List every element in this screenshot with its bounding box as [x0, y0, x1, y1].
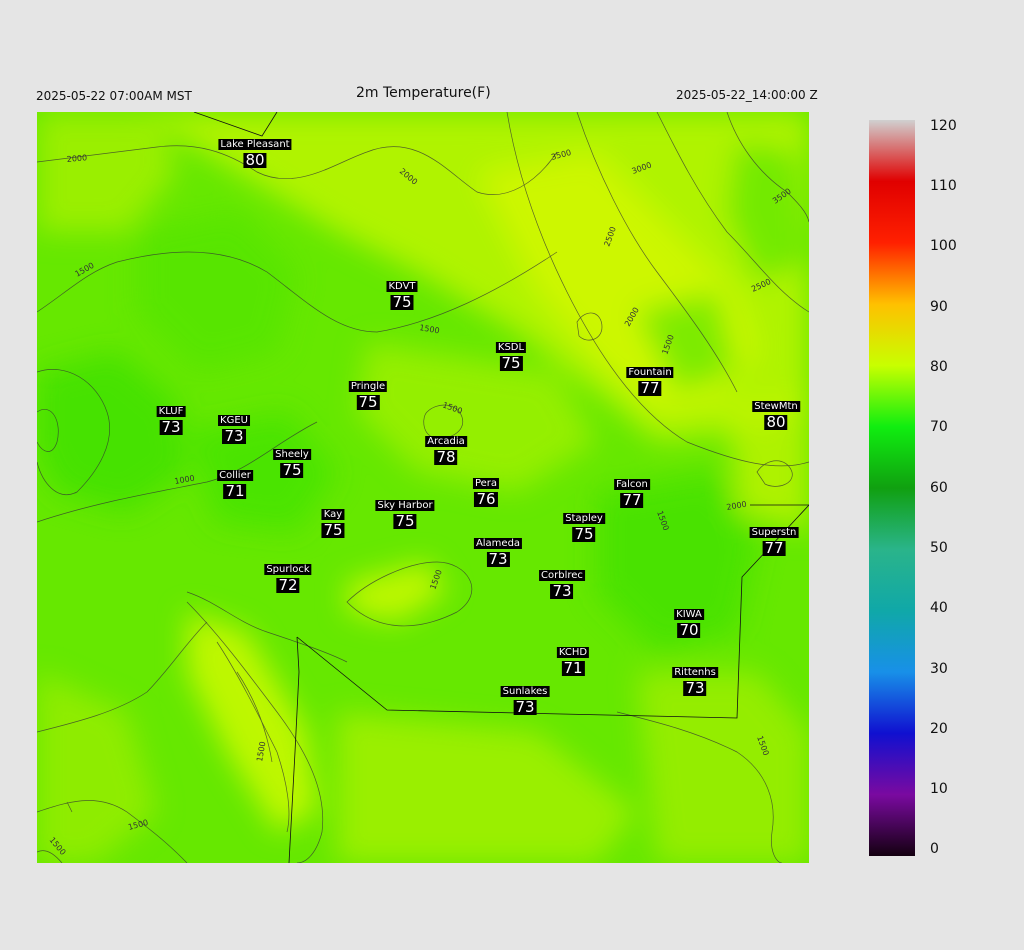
colorbar-tick-label: 70 — [930, 419, 948, 435]
station-temperature: 73 — [683, 679, 707, 697]
colorbar-tick-label: 90 — [930, 299, 948, 315]
station-temperature: 73 — [159, 418, 183, 436]
station-temperature: 71 — [223, 482, 247, 500]
map-title: 2m Temperature(F) — [356, 85, 491, 101]
station-name: KCHD — [556, 647, 590, 658]
station-marker[interactable]: Pringle 75 — [348, 381, 388, 411]
station-marker[interactable]: Sunlakes 73 — [500, 686, 550, 716]
station-name: Fountain — [626, 367, 674, 378]
station-temperature: 72 — [276, 576, 300, 594]
station-name: Sunlakes — [500, 686, 550, 697]
station-marker[interactable]: Sky Harbor 75 — [375, 500, 435, 530]
station-name: Arcadia — [425, 436, 467, 447]
colorbar-tick-label: 30 — [930, 661, 948, 677]
station-marker[interactable]: KIWA 70 — [674, 609, 704, 639]
station-marker[interactable]: Rittenhs 73 — [672, 667, 718, 697]
station-temperature: 76 — [474, 490, 498, 508]
station-marker[interactable]: KSDL 75 — [495, 342, 527, 372]
station-name: Corblrec — [539, 570, 585, 581]
colorbar-tick-label: 0 — [930, 841, 939, 857]
valid-time-utc: 2025-05-22_14:00:00 Z — [676, 88, 818, 102]
station-name: Superstn — [749, 527, 799, 538]
station-name: Stapley — [563, 513, 605, 524]
station-marker[interactable]: Superstn 77 — [749, 527, 799, 557]
station-marker[interactable]: Kay 75 — [321, 509, 345, 539]
station-temperature: 71 — [561, 659, 585, 677]
station-marker[interactable]: Spurlock 72 — [264, 564, 312, 594]
station-marker[interactable]: Stapley 75 — [563, 513, 605, 543]
temperature-map: 2000 2000 3500 3000 3500 2500 2000 1500 … — [37, 112, 809, 863]
station-temperature: 73 — [550, 582, 574, 600]
station-marker[interactable]: KDVT 75 — [386, 281, 418, 311]
station-name: Pera — [472, 478, 500, 489]
station-temperature: 80 — [764, 413, 788, 431]
station-temperature: 73 — [222, 427, 246, 445]
station-name: Spurlock — [264, 564, 312, 575]
station-marker[interactable]: Sheely 75 — [273, 449, 311, 479]
station-name: KDVT — [386, 281, 418, 292]
station-name: KIWA — [674, 609, 704, 620]
station-marker[interactable]: Falcon 77 — [614, 479, 650, 509]
station-name: Sheely — [273, 449, 311, 460]
station-temperature: 77 — [762, 539, 786, 557]
station-name: Rittenhs — [672, 667, 718, 678]
station-name: Collier — [217, 470, 253, 481]
station-name: Alameda — [473, 538, 523, 549]
station-temperature: 75 — [390, 293, 414, 311]
station-name: Falcon — [614, 479, 650, 490]
station-name: StewMtn — [752, 401, 800, 412]
station-temperature: 70 — [677, 621, 701, 639]
station-marker[interactable]: KGEU 73 — [218, 415, 250, 445]
colorbar-tick-label: 20 — [930, 721, 948, 737]
colorbar-tick-label: 60 — [930, 480, 948, 496]
station-temperature: 77 — [620, 491, 644, 509]
station-temperature: 75 — [280, 461, 304, 479]
station-temperature: 75 — [321, 521, 345, 539]
station-marker[interactable]: Fountain 77 — [626, 367, 674, 397]
station-temperature: 75 — [572, 525, 596, 543]
station-temperature: 75 — [393, 512, 417, 530]
color-scale-bar — [869, 120, 915, 856]
station-marker[interactable]: Pera 76 — [472, 478, 500, 508]
colorbar-tick-label: 100 — [930, 238, 957, 254]
station-temperature: 75 — [499, 354, 523, 372]
station-marker[interactable]: StewMtn 80 — [752, 401, 800, 431]
colorbar-tick-label: 80 — [930, 359, 948, 375]
station-marker[interactable]: Collier 71 — [217, 470, 253, 500]
valid-time-local: 2025-05-22 07:00AM MST — [36, 89, 192, 103]
colorbar-tick-label: 50 — [930, 540, 948, 556]
station-marker[interactable]: Arcadia 78 — [425, 436, 467, 466]
station-temperature: 77 — [638, 379, 662, 397]
station-name: KLUF — [156, 406, 186, 417]
station-temperature: 80 — [243, 151, 267, 169]
station-marker[interactable]: Alameda 73 — [473, 538, 523, 568]
contour-label: 2000 — [66, 153, 87, 164]
station-temperature: 73 — [513, 698, 537, 716]
colorbar-tick-label: 10 — [930, 781, 948, 797]
station-marker[interactable]: Lake Pleasant 80 — [218, 139, 292, 169]
station-name: Sky Harbor — [375, 500, 435, 511]
colorbar-tick-label: 40 — [930, 600, 948, 616]
colorbar-tick-label: 120 — [930, 118, 957, 134]
station-name: Kay — [321, 509, 345, 520]
station-marker[interactable]: Corblrec 73 — [539, 570, 585, 600]
station-name: KGEU — [218, 415, 250, 426]
station-name: Pringle — [348, 381, 388, 392]
station-marker[interactable]: KCHD 71 — [556, 647, 590, 677]
station-marker[interactable]: KLUF 73 — [156, 406, 186, 436]
colorbar-tick-label: 110 — [930, 178, 957, 194]
station-temperature: 75 — [356, 393, 380, 411]
station-name: Lake Pleasant — [218, 139, 292, 150]
map-field: 2000 2000 3500 3000 3500 2500 2000 1500 … — [37, 112, 809, 863]
station-temperature: 78 — [434, 448, 458, 466]
station-name: KSDL — [495, 342, 527, 353]
station-temperature: 73 — [486, 550, 510, 568]
